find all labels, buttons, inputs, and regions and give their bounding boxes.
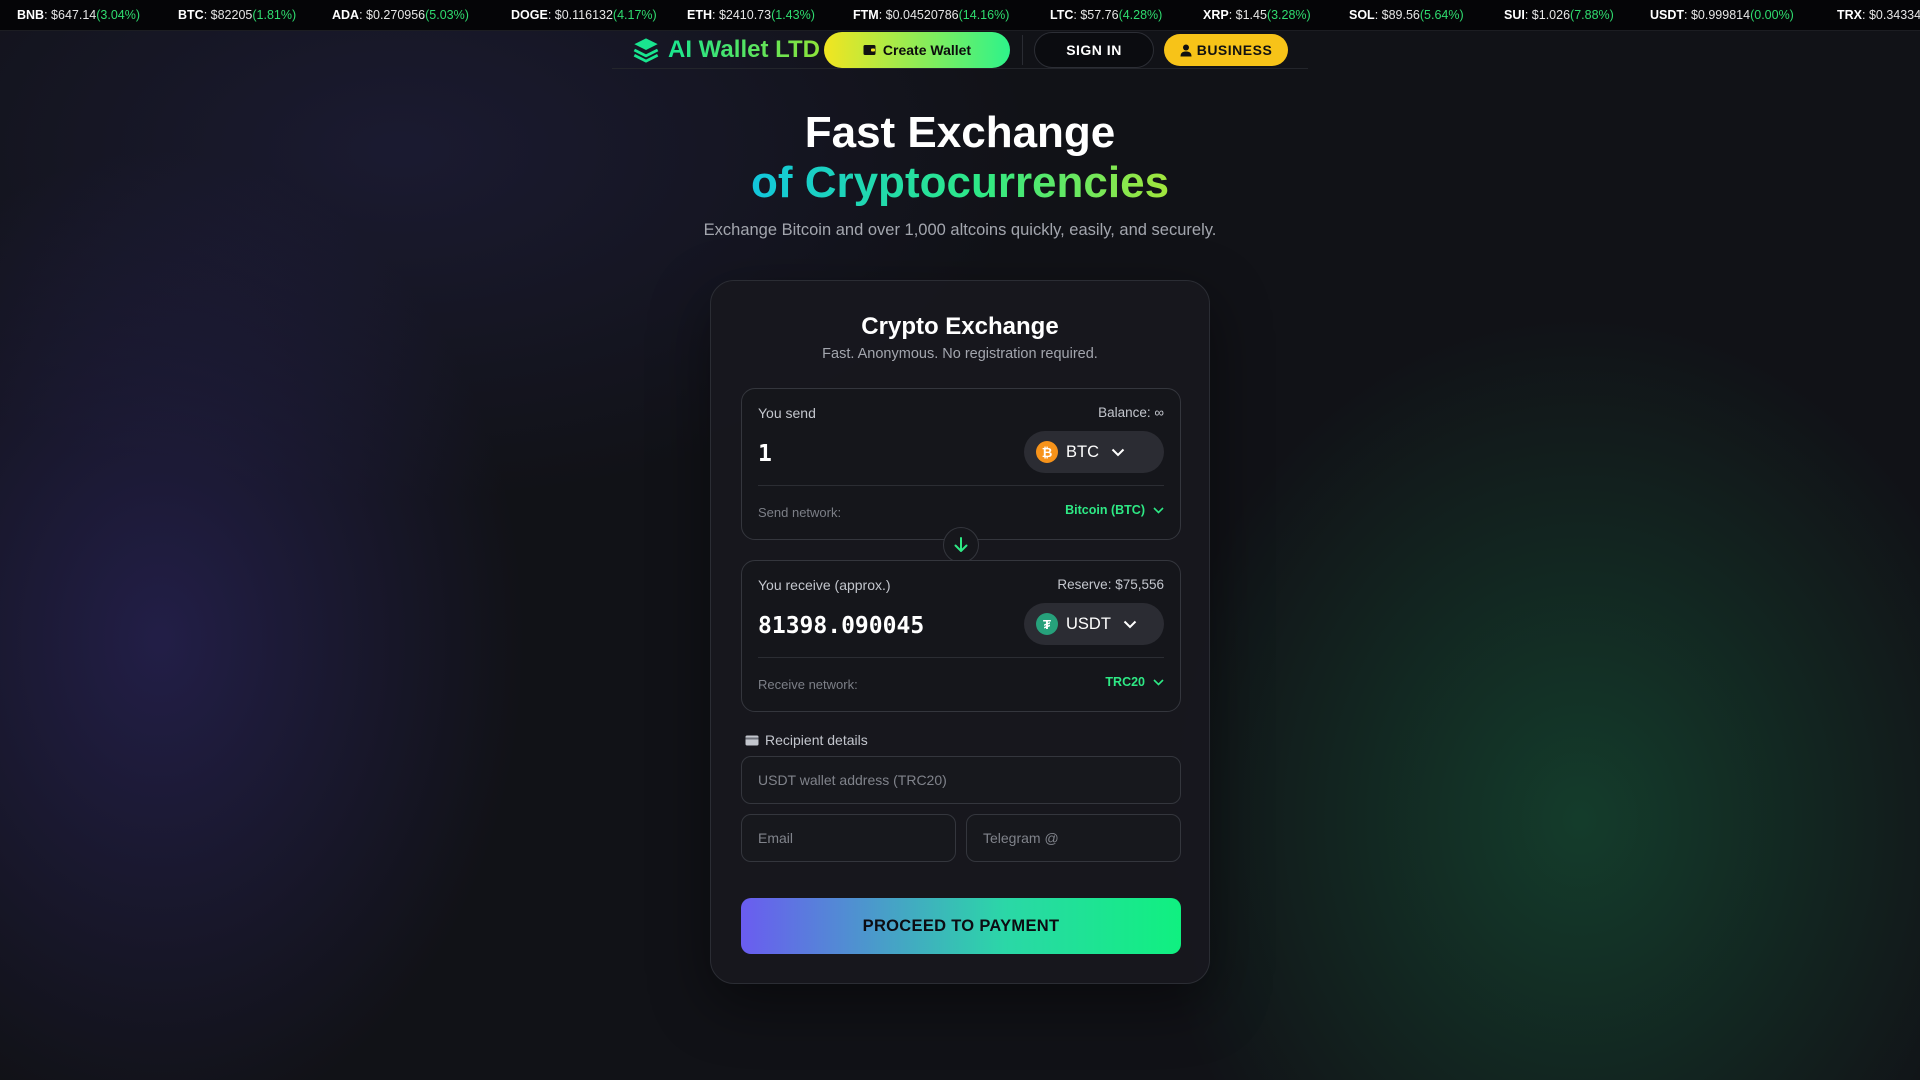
card-icon bbox=[745, 735, 759, 745]
tether-icon: ₮ bbox=[1036, 613, 1058, 635]
ticker-item: BTC: $82205 (1.81%) bbox=[178, 8, 297, 22]
send-coin-select[interactable]: ₿ BTC bbox=[1024, 431, 1164, 473]
exchange-subtitle: Fast. Anonymous. No registration require… bbox=[822, 346, 1098, 362]
ticker-item: USDT: $0.999814 (0.00%) bbox=[1650, 8, 1794, 22]
balance-label: Balance: ∞ bbox=[1098, 405, 1164, 420]
receive-coin-select[interactable]: ₮ USDT bbox=[1024, 603, 1164, 645]
proceed-to-payment-button[interactable]: PROCEED TO PAYMENT bbox=[741, 898, 1181, 954]
ticker-item: ETH: $2410.73 (1.43%) bbox=[687, 8, 815, 22]
receive-box: You receive (approx.) Reserve: $75,556 ₮… bbox=[741, 560, 1181, 712]
divider bbox=[758, 485, 1164, 486]
receive-network-select[interactable]: TRC20 bbox=[1105, 675, 1164, 689]
create-wallet-button[interactable]: Create Wallet bbox=[824, 32, 1010, 68]
chevron-down-icon bbox=[1111, 448, 1125, 456]
exchange-card: Crypto Exchange Fast. Anonymous. No regi… bbox=[710, 280, 1210, 984]
arrow-down-icon bbox=[954, 537, 968, 552]
swap-button[interactable] bbox=[943, 527, 979, 563]
site-header: AI Wallet LTD Create Wallet SIGN IN BUSI… bbox=[612, 31, 1308, 69]
chevron-down-icon bbox=[1153, 678, 1164, 686]
send-amount-input[interactable] bbox=[758, 437, 1008, 471]
ticker-item: LTC: $57.76 (4.28%) bbox=[1050, 8, 1163, 22]
logo[interactable]: AI Wallet LTD bbox=[632, 36, 820, 64]
send-box: You send Balance: ∞ ₿ BTC Send network: … bbox=[741, 388, 1181, 540]
send-label: You send bbox=[758, 405, 816, 421]
ticker-item: TRX: $0.34334 bbox=[1837, 8, 1920, 22]
user-icon bbox=[1180, 44, 1192, 56]
reserve-label: Reserve: $75,556 bbox=[1057, 577, 1164, 592]
layers-icon bbox=[633, 38, 659, 63]
receive-network-label: Receive network: bbox=[758, 677, 858, 692]
wallet-icon bbox=[863, 45, 876, 55]
chevron-down-icon bbox=[1123, 620, 1137, 628]
email-field[interactable] bbox=[741, 814, 956, 862]
header-divider bbox=[1022, 35, 1023, 65]
divider bbox=[758, 657, 1164, 658]
ticker-item: SOL: $89.56 (5.64%) bbox=[1349, 8, 1464, 22]
hero-subtitle: Exchange Bitcoin and over 1,000 altcoins… bbox=[703, 221, 1217, 239]
receive-amount-field bbox=[758, 609, 1008, 643]
wallet-address-input[interactable] bbox=[741, 756, 1181, 804]
ticker-item: FTM: $0.04520786 (14.16%) bbox=[853, 8, 1010, 22]
ticker-item: BNB: $647.14 (3.04%) bbox=[17, 8, 141, 22]
ticker-item: ADA: $0.270956 (5.03%) bbox=[332, 8, 469, 22]
logo-text: AI Wallet LTD bbox=[668, 36, 820, 63]
exchange-title: Crypto Exchange bbox=[861, 313, 1059, 340]
hero-title-highlight: of Cryptocurrencies bbox=[750, 158, 1170, 207]
sign-in-button[interactable]: SIGN IN bbox=[1034, 32, 1154, 68]
bitcoin-icon: ₿ bbox=[1036, 441, 1058, 463]
hero-title: Fast Exchange bbox=[804, 108, 1116, 157]
price-ticker: BNB: $647.14 (3.04%) BTC: $82205 (1.81%) A… bbox=[0, 0, 1920, 31]
ticker-item: DOGE: $0.116132 (4.17%) bbox=[511, 8, 657, 22]
send-network-label: Send network: bbox=[758, 505, 842, 520]
receive-label: You receive (approx.) bbox=[758, 577, 891, 593]
send-network-select[interactable]: Bitcoin (BTC) bbox=[1065, 503, 1164, 517]
telegram-field[interactable] bbox=[966, 814, 1181, 862]
ticker-item: SUI: $1.026 (7.88%) bbox=[1504, 8, 1614, 22]
recipient-details-label: Recipient details bbox=[745, 732, 868, 748]
chevron-down-icon bbox=[1153, 506, 1164, 514]
ticker-item: XRP: $1.45 (3.28%) bbox=[1203, 8, 1311, 22]
business-button[interactable]: BUSINESS bbox=[1164, 34, 1288, 66]
